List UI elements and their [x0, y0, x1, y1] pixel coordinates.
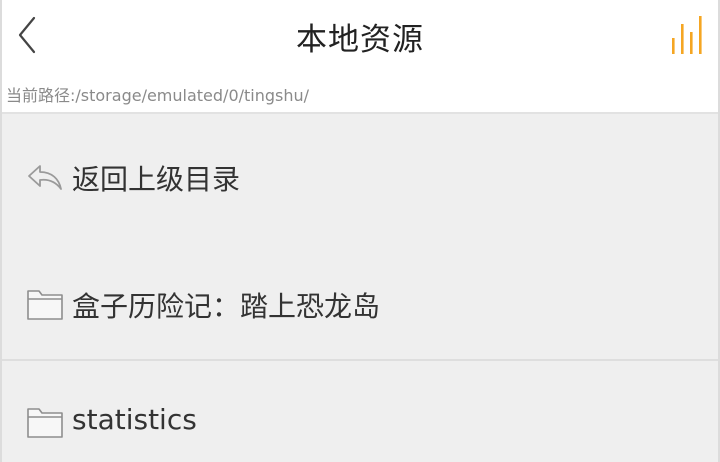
parent-directory-item[interactable]: 返回上级目录: [2, 114, 718, 239]
return-arrow-icon: [26, 160, 64, 194]
file-list: 返回上级目录 盒子历险记：踏上恐龙岛 statistics: [2, 114, 718, 462]
now-playing-button[interactable]: [670, 14, 704, 56]
equalizer-bars-icon: [672, 16, 702, 54]
list-item-label: 返回上级目录: [72, 163, 241, 196]
folder-icon: [26, 405, 64, 439]
folder-item-dinosaur-island[interactable]: 盒子历险记：踏上恐龙岛: [2, 239, 718, 361]
top-bar: 本地资源: [2, 0, 718, 78]
list-item-label: 盒子历险记：踏上恐龙岛: [72, 290, 381, 323]
app-screen: 本地资源 当前路径:/storage/emulated/0/tingshu/ 返…: [0, 0, 720, 462]
list-item-label: statistics: [72, 403, 197, 436]
folder-item-statistics[interactable]: statistics: [2, 361, 718, 462]
current-path: 当前路径:/storage/emulated/0/tingshu/: [2, 78, 718, 114]
page-title: 本地资源: [296, 22, 424, 58]
folder-icon: [26, 287, 64, 321]
